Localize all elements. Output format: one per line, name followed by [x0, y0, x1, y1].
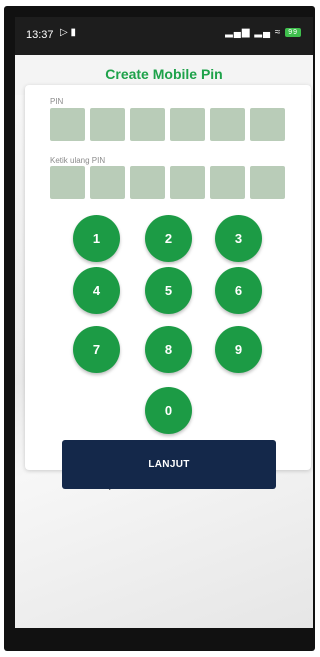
wifi-icon: ≈ [274, 27, 282, 38]
key-0[interactable]: 0 [145, 387, 192, 434]
pin-digit-box [50, 108, 85, 141]
pin-digit-box [210, 108, 245, 141]
lanjut-button[interactable]: LANJUT [62, 440, 276, 489]
page-title: Create Mobile Pin [105, 66, 223, 82]
pin-card: PIN Ketik ulang PIN 1234567890 ← [25, 85, 311, 496]
key-8[interactable]: 8 [145, 326, 192, 373]
battery-icon: 99 [285, 27, 301, 37]
status-right-icons: ▂▄▆ ▂▄ ≈ 99 [225, 27, 301, 38]
video-icon: ▮ [70, 27, 76, 38]
pin-digit-box [210, 166, 245, 199]
pin-digit-box [170, 108, 205, 141]
signal-icon: ▂▄ [254, 27, 272, 38]
status-bar: 13:37 ▷ ▮ ▂▄▆ ▂▄ ≈ 99 [15, 17, 313, 55]
pin-digit-box [170, 166, 205, 199]
key-7[interactable]: 7 [73, 326, 120, 373]
key-9[interactable]: 9 [215, 326, 262, 373]
pin-digit-box [90, 108, 125, 141]
key-2[interactable]: 2 [145, 215, 192, 262]
pin-digit-box [250, 108, 285, 141]
signal-icon: ▂▄▆ [225, 27, 251, 38]
pin-digit-box [90, 166, 125, 199]
repin-label: Ketik ulang PIN [50, 156, 106, 165]
pin-digit-box [250, 166, 285, 199]
key-6[interactable]: 6 [215, 267, 262, 314]
pin-digit-box [130, 166, 165, 199]
play-icon: ▷ [60, 27, 68, 38]
key-5[interactable]: 5 [145, 267, 192, 314]
pin-digit-box [50, 166, 85, 199]
pin-label: PIN [50, 97, 64, 106]
status-left-icons: ▷ ▮ [60, 27, 76, 38]
pin-digit-box [130, 108, 165, 141]
screen: 13:37 ▷ ▮ ▂▄▆ ▂▄ ≈ 99 Create Mobile Pin … [15, 17, 313, 628]
key-3[interactable]: 3 [215, 215, 262, 262]
key-4[interactable]: 4 [73, 267, 120, 314]
key-1[interactable]: 1 [73, 215, 120, 262]
pin-input[interactable] [50, 108, 285, 141]
device-frame: 13:37 ▷ ▮ ▂▄▆ ▂▄ ≈ 99 Create Mobile Pin … [4, 6, 315, 651]
status-time: 13:37 [26, 29, 54, 41]
repin-input[interactable] [50, 166, 285, 199]
